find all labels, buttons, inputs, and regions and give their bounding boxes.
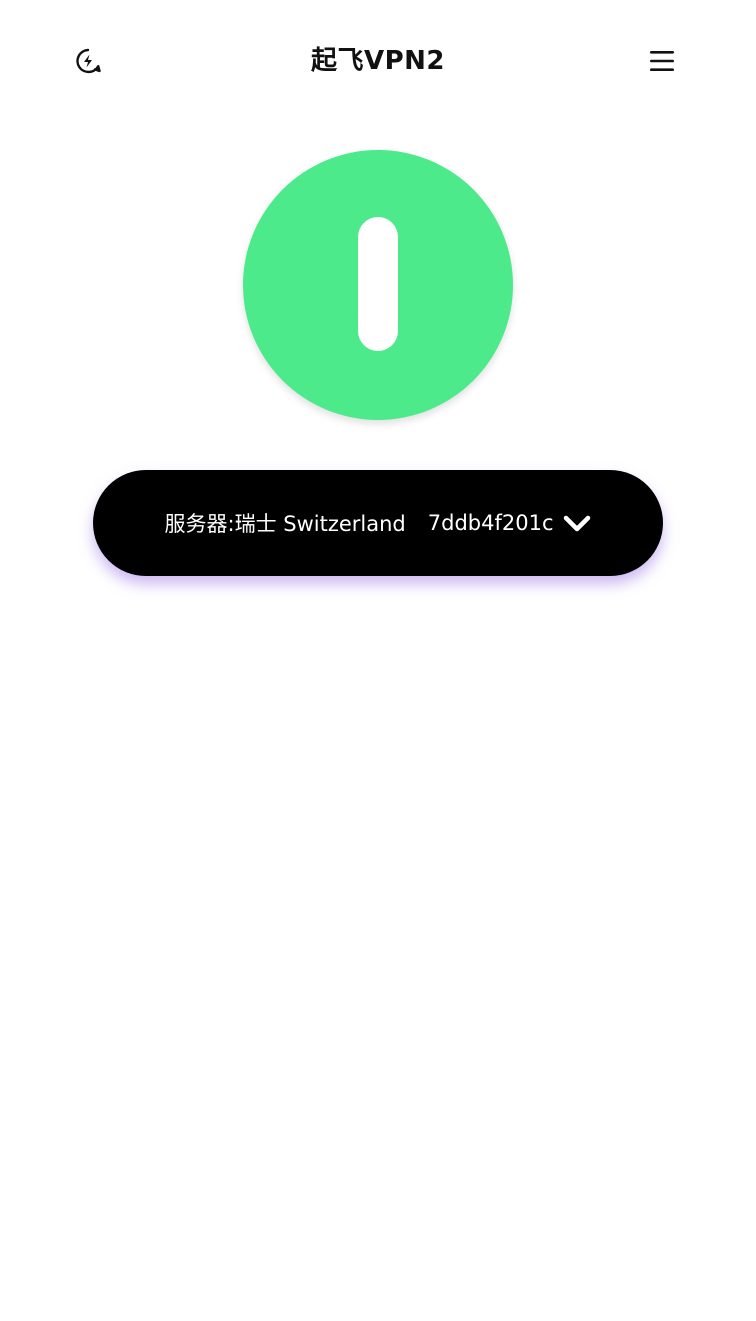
connect-power-button[interactable] — [243, 150, 513, 420]
server-node-id: 7ddb4f201c — [427, 511, 554, 535]
app-screen: 起飞VPN2 服务器:瑞士 Switzerland 7ddb4f201c — [0, 0, 756, 1321]
power-bar-icon — [358, 217, 398, 351]
server-selector-button[interactable]: 服务器:瑞士 Switzerland 7ddb4f201c — [93, 470, 663, 576]
top-bar: 起飞VPN2 — [0, 0, 756, 122]
hamburger-menu-icon — [650, 51, 674, 71]
server-location-label: 服务器:瑞士 Switzerland — [164, 512, 406, 536]
menu-button[interactable] — [640, 39, 684, 83]
chevron-down-icon — [563, 513, 591, 533]
